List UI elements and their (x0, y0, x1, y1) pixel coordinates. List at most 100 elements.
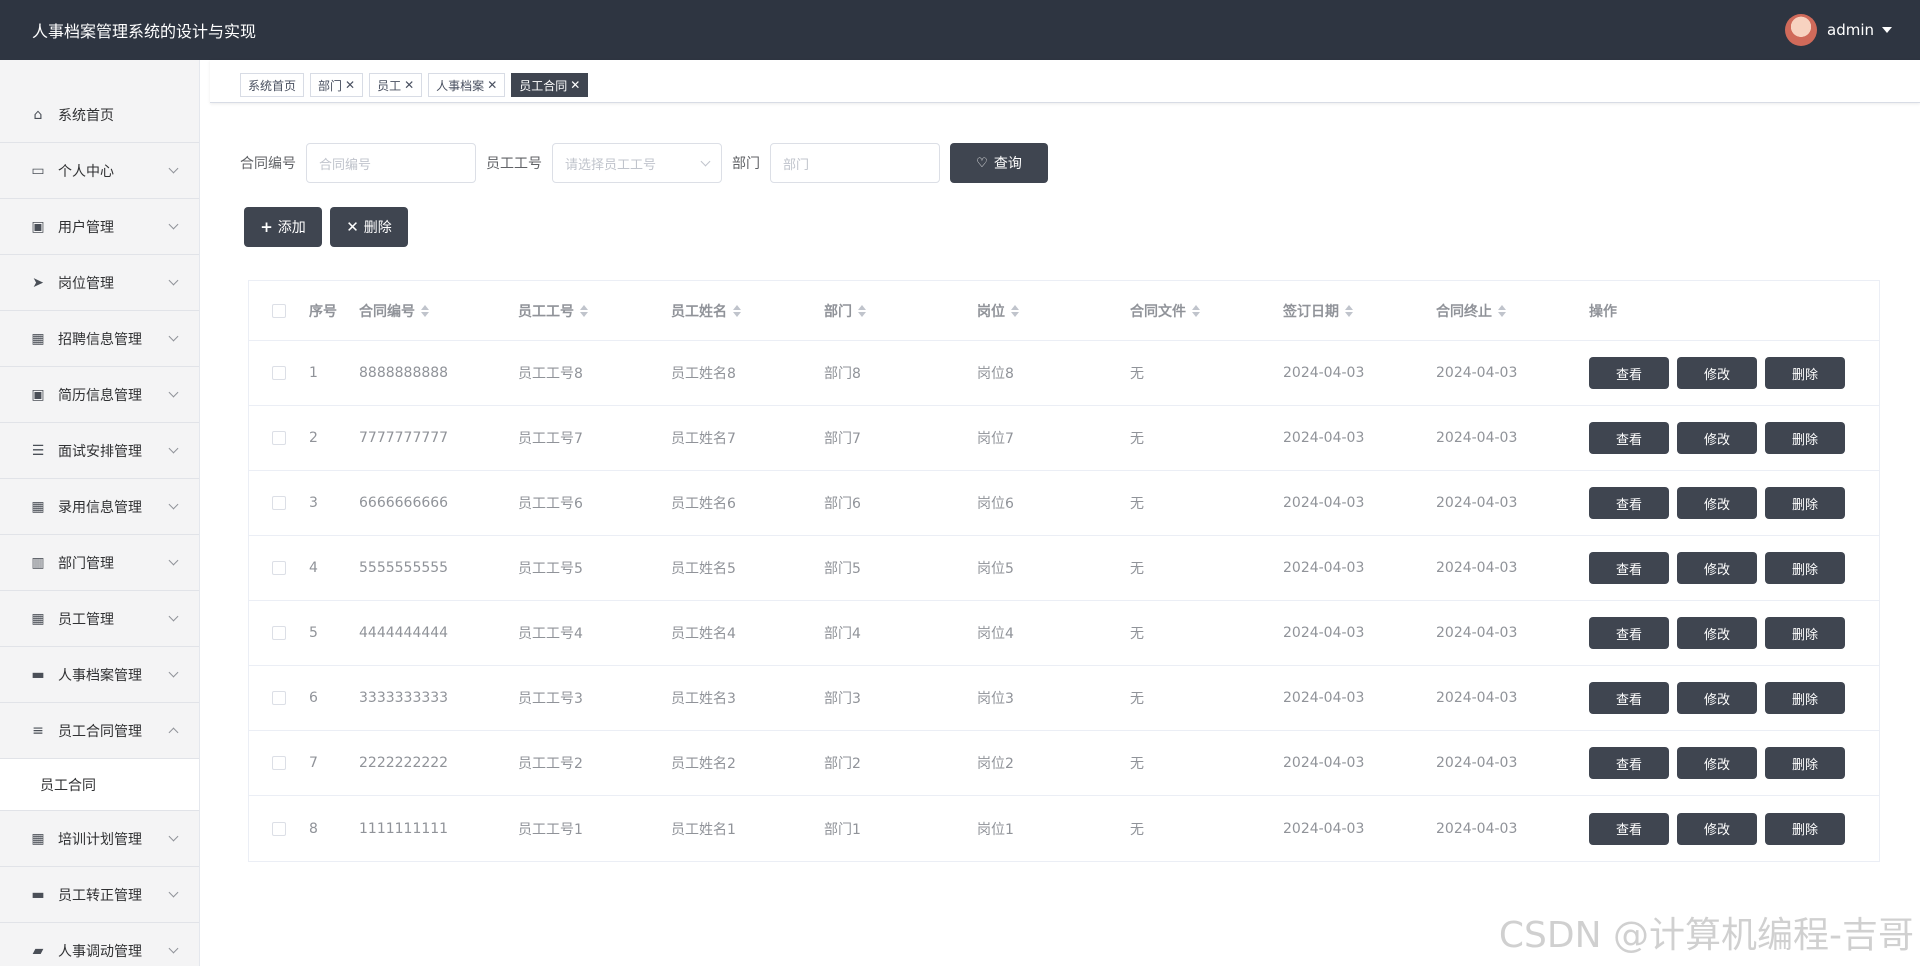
sidebar-item[interactable]: ▭ 个人中心 (0, 143, 199, 199)
tab[interactable]: 员工合同 ✕ (511, 73, 589, 97)
sort-icon[interactable] (858, 304, 866, 317)
close-icon[interactable]: ✕ (345, 78, 355, 92)
delete-row-button[interactable]: 删除 (1765, 357, 1845, 389)
tab[interactable]: 系统首页 (240, 73, 305, 97)
delete-row-button[interactable]: 删除 (1765, 422, 1845, 454)
sidebar-item[interactable]: ▬ 人事档案管理 (0, 647, 199, 703)
sidebar-item[interactable]: ▦ 员工管理 (0, 591, 199, 647)
add-button[interactable]: + 添加 (244, 207, 322, 247)
sidebar-item-label: 员工转正管理 (58, 887, 142, 904)
action-buttons: + 添加 ✕ 删除 (244, 207, 416, 247)
sidebar-item[interactable]: ▥ 部门管理 (0, 535, 199, 591)
column-header[interactable]: 岗位 (977, 301, 1130, 321)
delete-row-button[interactable]: 删除 (1765, 487, 1845, 519)
row-checkbox[interactable] (272, 431, 286, 445)
sidebar-item[interactable]: ▦ 招聘信息管理 (0, 311, 199, 367)
sidebar-item-label: 招聘信息管理 (58, 331, 142, 348)
close-icon[interactable]: ✕ (570, 78, 580, 92)
sidebar-item[interactable]: ▰ 人事调动管理 (0, 923, 199, 966)
sidebar-item[interactable]: ▦ 培训计划管理 (0, 811, 199, 867)
sidebar-item[interactable]: ⌂ 系统首页 (0, 87, 199, 143)
row-checkbox[interactable] (272, 691, 286, 705)
username[interactable]: admin (1827, 21, 1874, 39)
row-checkbox[interactable] (272, 561, 286, 575)
view-button[interactable]: 查看 (1589, 747, 1669, 779)
tab[interactable]: 人事档案 ✕ (428, 73, 506, 97)
table-cell: 无 (1130, 626, 1144, 642)
sidebar-item[interactable]: ▦ 录用信息管理 (0, 479, 199, 535)
sort-icon[interactable] (1498, 304, 1506, 317)
table-cell: 部门3 (824, 691, 861, 707)
row-checkbox[interactable] (272, 821, 286, 836)
column-header[interactable]: 员工工号 (518, 301, 671, 321)
sort-icon[interactable] (733, 304, 741, 317)
view-button[interactable]: 查看 (1589, 357, 1669, 389)
edit-button[interactable]: 修改 (1677, 617, 1757, 649)
view-button[interactable]: 查看 (1589, 812, 1669, 845)
column-header[interactable]: 合同编号 (359, 301, 518, 321)
sort-icon[interactable] (580, 304, 588, 317)
view-button[interactable]: 查看 (1589, 617, 1669, 649)
column-header[interactable]: 签订日期 (1283, 301, 1436, 321)
edit-button[interactable]: 修改 (1677, 552, 1757, 584)
sort-icon[interactable] (1192, 304, 1200, 317)
edit-button[interactable]: 修改 (1677, 422, 1757, 454)
dept-input[interactable]: 部门 (770, 143, 940, 183)
table-cell: 员工工号3 (518, 691, 583, 707)
row-checkbox[interactable] (272, 366, 286, 380)
edit-button[interactable]: 修改 (1677, 747, 1757, 779)
view-button[interactable]: 查看 (1589, 422, 1669, 454)
table-cell: 2024-04-03 (1283, 495, 1365, 511)
tab[interactable]: 员工 ✕ (369, 73, 423, 97)
sort-icon[interactable] (1011, 304, 1019, 317)
table-cell: 2024-04-03 (1283, 365, 1365, 381)
sidebar-item[interactable]: ▣ 简历信息管理 (0, 367, 199, 423)
delete-row-button[interactable]: 删除 (1765, 812, 1845, 845)
column-header[interactable]: 合同文件 (1130, 301, 1283, 321)
avatar[interactable] (1785, 14, 1817, 46)
sort-icon[interactable] (421, 304, 429, 317)
watermark: CSDN @计算机编程-吉哥 (1498, 915, 1914, 956)
delete-row-button[interactable]: 删除 (1765, 682, 1845, 714)
row-checkbox[interactable] (272, 756, 286, 770)
query-button[interactable]: ♡ 查询 (950, 143, 1048, 183)
delete-row-button[interactable]: 删除 (1765, 617, 1845, 649)
caret-down-icon[interactable] (1882, 27, 1892, 33)
table-cell: 2024-04-03 (1283, 560, 1365, 576)
table-row: 8 1111111111 员工工号1 员工姓名1 部门1 岗位1 无 2024-04-03 20… (249, 796, 1879, 861)
sidebar-item[interactable]: ▣ 用户管理 (0, 199, 199, 255)
sidebar-item[interactable]: ☰ 面试安排管理 (0, 423, 199, 479)
chevron-down-icon[interactable] (700, 156, 711, 166)
column-header[interactable]: 合同终止 (1436, 301, 1589, 321)
close-icon[interactable]: ✕ (404, 78, 414, 92)
sidebar-item[interactable]: ▬ 员工转正管理 (0, 867, 199, 923)
edit-button[interactable]: 修改 (1677, 812, 1757, 845)
edit-button[interactable]: 修改 (1677, 682, 1757, 714)
delete-row-button[interactable]: 删除 (1765, 747, 1845, 779)
delete-button[interactable]: ✕ 删除 (330, 207, 408, 247)
contract-no-input[interactable]: 合同编号 (306, 143, 476, 183)
sidebar-item[interactable]: ≡ 员工合同管理 (0, 703, 199, 759)
sort-icon[interactable] (1345, 304, 1353, 317)
view-button[interactable]: 查看 (1589, 552, 1669, 584)
table-header: 序号 合同编号 员工工号 员工姓名 部门 岗位 合同文件 签订日期 合同终止 操作 (249, 281, 1879, 341)
table-cell: 员工工号4 (518, 626, 583, 642)
sidebar-item[interactable]: ➤ 岗位管理 (0, 255, 199, 311)
view-button[interactable]: 查看 (1589, 682, 1669, 714)
column-header[interactable]: 部门 (824, 301, 977, 321)
row-checkbox[interactable] (272, 626, 286, 640)
column-header[interactable]: 员工姓名 (671, 301, 824, 321)
tab[interactable]: 部门 ✕ (310, 73, 364, 97)
edit-button[interactable]: 修改 (1677, 487, 1757, 519)
delete-row-button[interactable]: 删除 (1765, 552, 1845, 584)
user-menu[interactable]: admin (1785, 14, 1892, 46)
edit-button[interactable]: 修改 (1677, 357, 1757, 389)
grid-icon: ▦ (31, 830, 45, 847)
row-checkbox[interactable] (272, 496, 286, 510)
view-button[interactable]: 查看 (1589, 487, 1669, 519)
employee-id-select[interactable]: 请选择员工工号 (552, 143, 722, 183)
submenu-item-contract[interactable]: 员工合同 (0, 759, 199, 811)
table-cell: 1 (309, 365, 318, 381)
select-all-checkbox[interactable] (272, 303, 286, 318)
close-icon[interactable]: ✕ (487, 78, 497, 92)
